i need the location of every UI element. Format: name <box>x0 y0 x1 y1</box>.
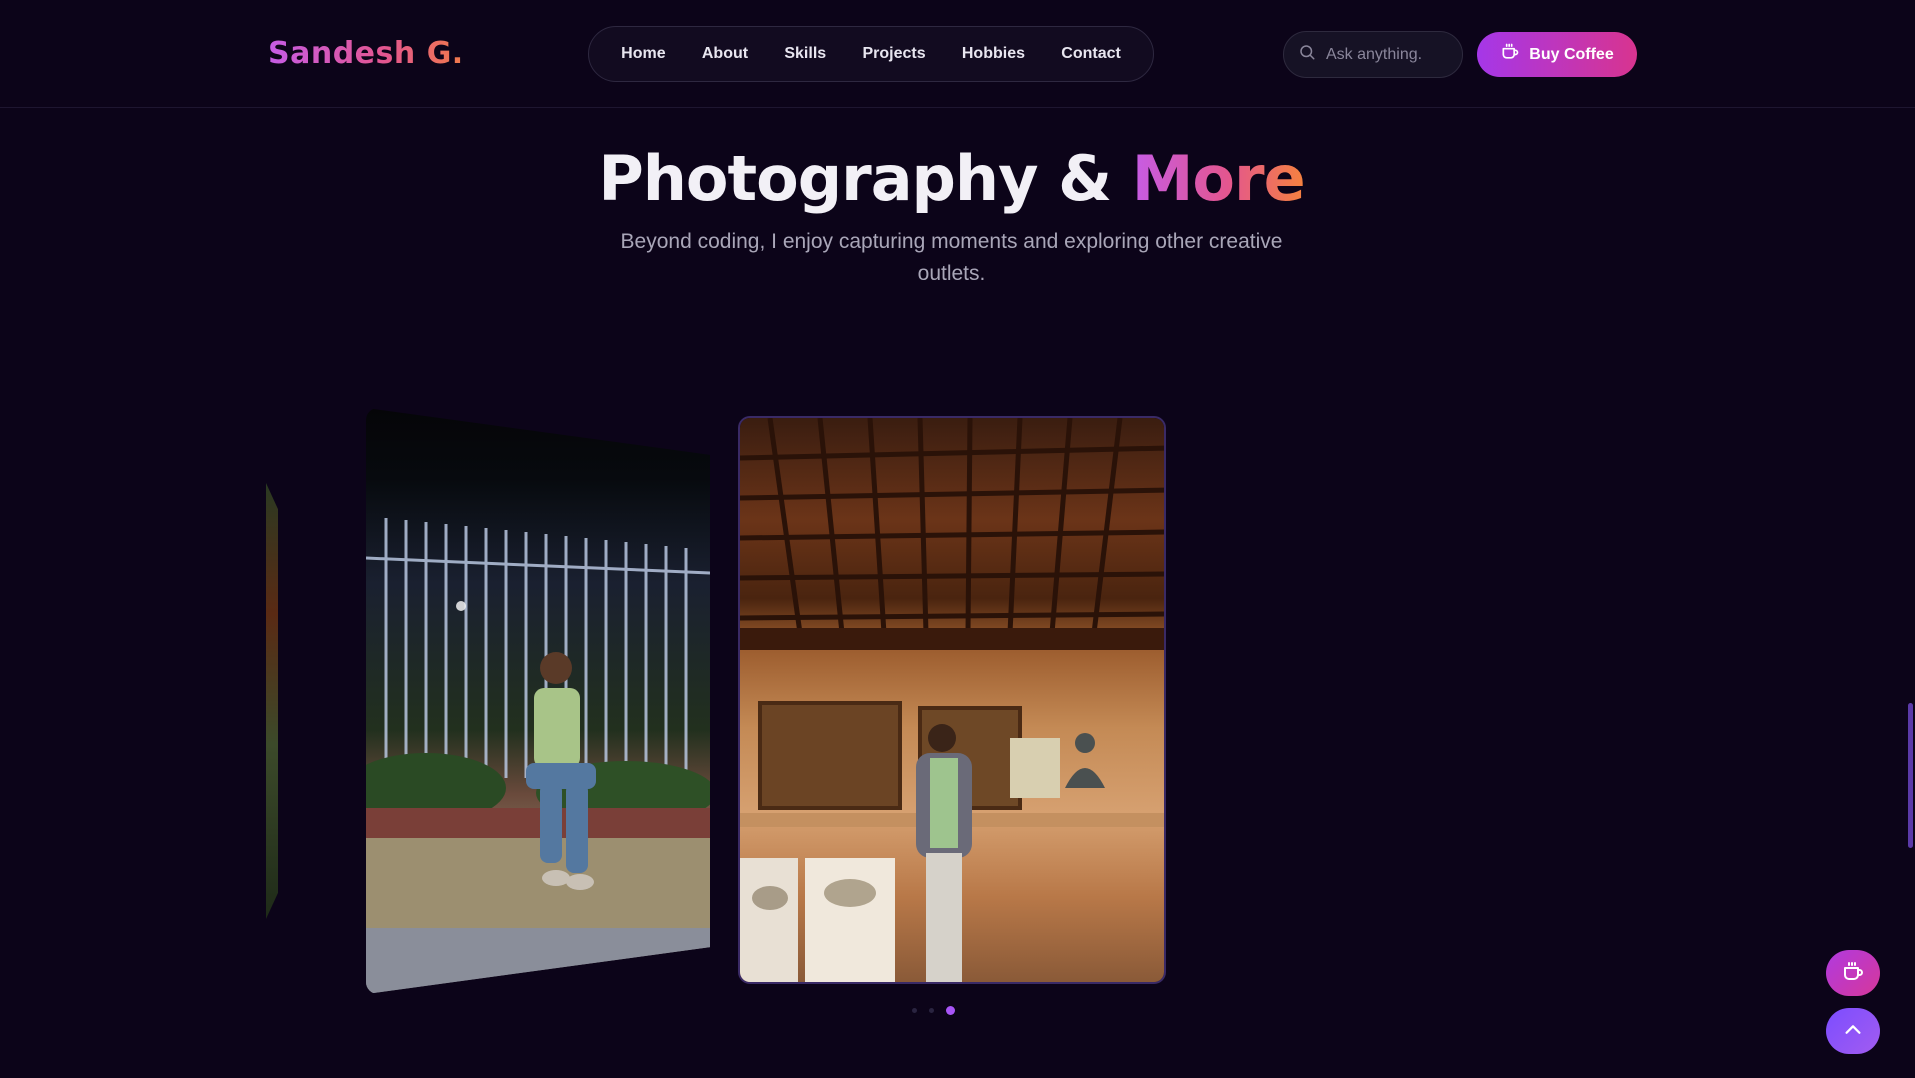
chevron-up-icon <box>1842 1019 1864 1044</box>
museum-scene-graphic <box>740 418 1164 982</box>
carousel-pagination <box>912 1006 955 1015</box>
section-title-main: Photography & <box>598 142 1112 215</box>
carousel-dot-2[interactable] <box>929 1008 934 1013</box>
nav-link-projects[interactable]: Projects <box>862 45 925 63</box>
section-title: Photography & More <box>0 142 1903 215</box>
nav-link-contact[interactable]: Contact <box>1061 45 1121 63</box>
search-icon <box>1298 43 1316 66</box>
buy-coffee-label: Buy Coffee <box>1529 45 1614 63</box>
search-box[interactable] <box>1283 31 1463 78</box>
floating-coffee-button[interactable] <box>1826 950 1880 996</box>
site-logo[interactable]: Sandesh G. <box>268 36 464 71</box>
scroll-to-top-button[interactable] <box>1826 1008 1880 1054</box>
page-scrollbar-track[interactable] <box>1906 108 1915 1078</box>
main-nav: Home About Skills Projects Hobbies Conta… <box>588 26 1154 82</box>
page-scrollbar-thumb[interactable] <box>1908 703 1913 848</box>
section-title-accent: More <box>1131 142 1306 215</box>
nav-link-about[interactable]: About <box>702 45 748 63</box>
photo-carousel <box>0 400 1915 1020</box>
carousel-dot-3-active[interactable] <box>946 1006 955 1015</box>
carousel-dot-1[interactable] <box>912 1008 917 1013</box>
section-subtitle: Beyond coding, I enjoy capturing moments… <box>620 230 1283 285</box>
coffee-cup-icon <box>1500 42 1520 67</box>
coffee-cup-icon <box>1841 960 1865 987</box>
night-fence-photo[interactable] <box>366 408 710 994</box>
nav-link-hobbies[interactable]: Hobbies <box>962 45 1025 63</box>
museum-photo[interactable] <box>738 416 1166 984</box>
fence-scene-graphic <box>366 518 710 994</box>
site-header: Sandesh G. Home About Skills Projects Ho… <box>0 0 1915 108</box>
search-input[interactable] <box>1326 45 1446 64</box>
carousel-slide-far-left[interactable] <box>266 483 278 919</box>
nav-link-skills[interactable]: Skills <box>784 45 826 63</box>
nav-link-home[interactable]: Home <box>621 45 665 63</box>
buy-coffee-button[interactable]: Buy Coffee <box>1477 32 1637 77</box>
